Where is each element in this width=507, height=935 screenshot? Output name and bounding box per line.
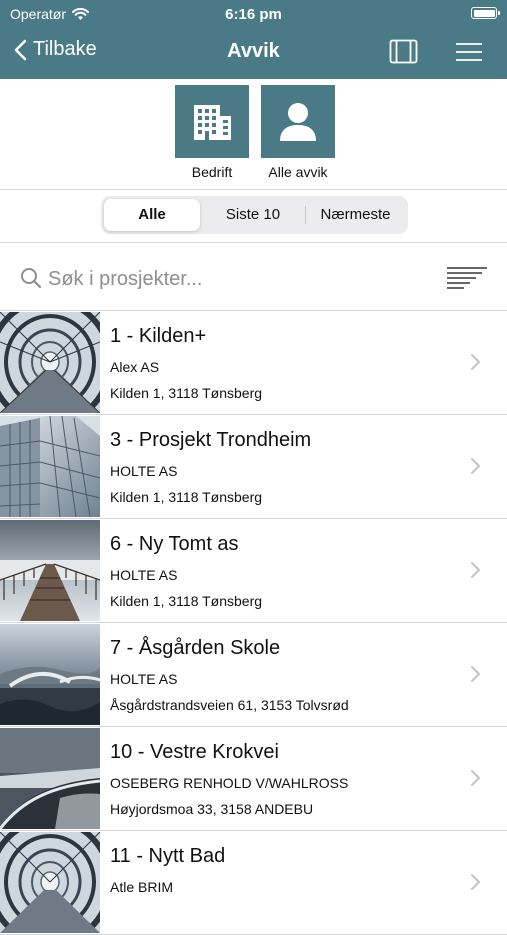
mode-selector: Bedrift Alle avvik bbox=[0, 85, 507, 187]
project-thumbnail bbox=[0, 624, 100, 725]
project-row[interactable]: 11 - Nytt Bad Atle BRIM bbox=[0, 831, 507, 935]
project-company: HOLTE AS bbox=[110, 567, 178, 583]
search-bar bbox=[0, 254, 507, 304]
all-deviations-button[interactable]: Alle avvik bbox=[261, 85, 335, 180]
hamburger-menu-icon bbox=[456, 43, 482, 61]
project-row[interactable]: 10 - Vestre Krokvei OSEBERG RENHOLD V/WA… bbox=[0, 727, 507, 831]
project-company: HOLTE AS bbox=[110, 463, 178, 479]
project-row[interactable]: 3 - Prosjekt Trondheim HOLTE AS Kilden 1… bbox=[0, 415, 507, 519]
chevron-right-icon bbox=[470, 457, 481, 475]
sort-button[interactable] bbox=[446, 266, 488, 295]
project-thumbnail bbox=[0, 312, 100, 413]
book-button[interactable] bbox=[389, 39, 418, 69]
project-title: 10 - Vestre Krokvei bbox=[110, 741, 279, 763]
project-title: 11 - Nytt Bad bbox=[110, 845, 226, 867]
back-label: Tilbake bbox=[33, 38, 97, 60]
battery-icon bbox=[471, 7, 500, 19]
chevron-right-icon bbox=[470, 873, 481, 891]
filter-segmented-control: Alle Siste 10 Nærmeste bbox=[101, 196, 408, 234]
sort-lines-icon bbox=[447, 267, 487, 289]
status-bar: Operatør 6:16 pm bbox=[0, 0, 507, 28]
chevron-right-icon bbox=[470, 353, 481, 371]
divider bbox=[0, 242, 507, 243]
project-address: Høyjordsmoa 33, 3158 ANDEBU bbox=[110, 801, 314, 817]
project-company: Alex AS bbox=[110, 359, 160, 375]
chevron-right-icon bbox=[470, 561, 481, 579]
segment-nearest[interactable]: Nærmeste bbox=[306, 199, 405, 231]
project-list: 1 - Kilden+ Alex AS Kilden 1, 3118 Tønsb… bbox=[0, 311, 507, 935]
back-button[interactable]: Tilbake bbox=[14, 38, 97, 61]
project-row[interactable]: 6 - Ny Tomt as HOLTE AS Kilden 1, 3118 T… bbox=[0, 519, 507, 623]
chevron-left-icon bbox=[14, 39, 27, 60]
navigation-bar: Tilbake Avvik bbox=[0, 30, 507, 76]
segment-last-10[interactable]: Siste 10 bbox=[202, 199, 304, 231]
chevron-right-icon bbox=[470, 665, 481, 683]
book-icon bbox=[389, 39, 418, 64]
segment-all[interactable]: Alle bbox=[104, 199, 200, 231]
project-company: HOLTE AS bbox=[110, 671, 178, 687]
search-input[interactable] bbox=[46, 262, 410, 296]
chevron-right-icon bbox=[470, 769, 481, 787]
project-title: 1 - Kilden+ bbox=[110, 325, 207, 347]
status-time: 6:16 pm bbox=[225, 6, 282, 23]
project-thumbnail bbox=[0, 416, 100, 517]
project-thumbnail bbox=[0, 520, 100, 621]
top-bar: Operatør 6:16 pm Tilbake Avvik bbox=[0, 0, 507, 79]
project-thumbnail bbox=[0, 832, 100, 933]
divider bbox=[0, 189, 507, 190]
company-mode-label: Bedrift bbox=[191, 164, 233, 180]
project-company: Atle BRIM bbox=[110, 879, 174, 895]
company-mode-button[interactable]: Bedrift bbox=[175, 85, 249, 180]
project-address: Kilden 1, 3118 Tønsberg bbox=[110, 489, 263, 505]
project-row[interactable]: 1 - Kilden+ Alex AS Kilden 1, 3118 Tønsb… bbox=[0, 311, 507, 415]
project-company: OSEBERG RENHOLD V/WAHLROSS bbox=[110, 775, 349, 791]
all-deviations-label: Alle avvik bbox=[268, 164, 328, 180]
project-row[interactable]: 7 - Åsgården Skole HOLTE AS Åsgårdstrand… bbox=[0, 623, 507, 727]
project-address: Kilden 1, 3118 Tønsberg bbox=[110, 385, 263, 401]
project-title: 3 - Prosjekt Trondheim bbox=[110, 429, 312, 451]
project-title: 6 - Ny Tomt as bbox=[110, 533, 239, 555]
search-icon bbox=[21, 268, 42, 289]
project-title: 7 - Åsgården Skole bbox=[110, 637, 281, 659]
project-address: Åsgårdstrandsveien 61, 3153 Tolvsrød bbox=[110, 697, 349, 713]
menu-button[interactable] bbox=[455, 42, 483, 67]
person-icon bbox=[280, 102, 316, 141]
project-thumbnail bbox=[0, 728, 100, 829]
building-icon bbox=[194, 104, 231, 140]
project-address: Kilden 1, 3118 Tønsberg bbox=[110, 593, 263, 609]
